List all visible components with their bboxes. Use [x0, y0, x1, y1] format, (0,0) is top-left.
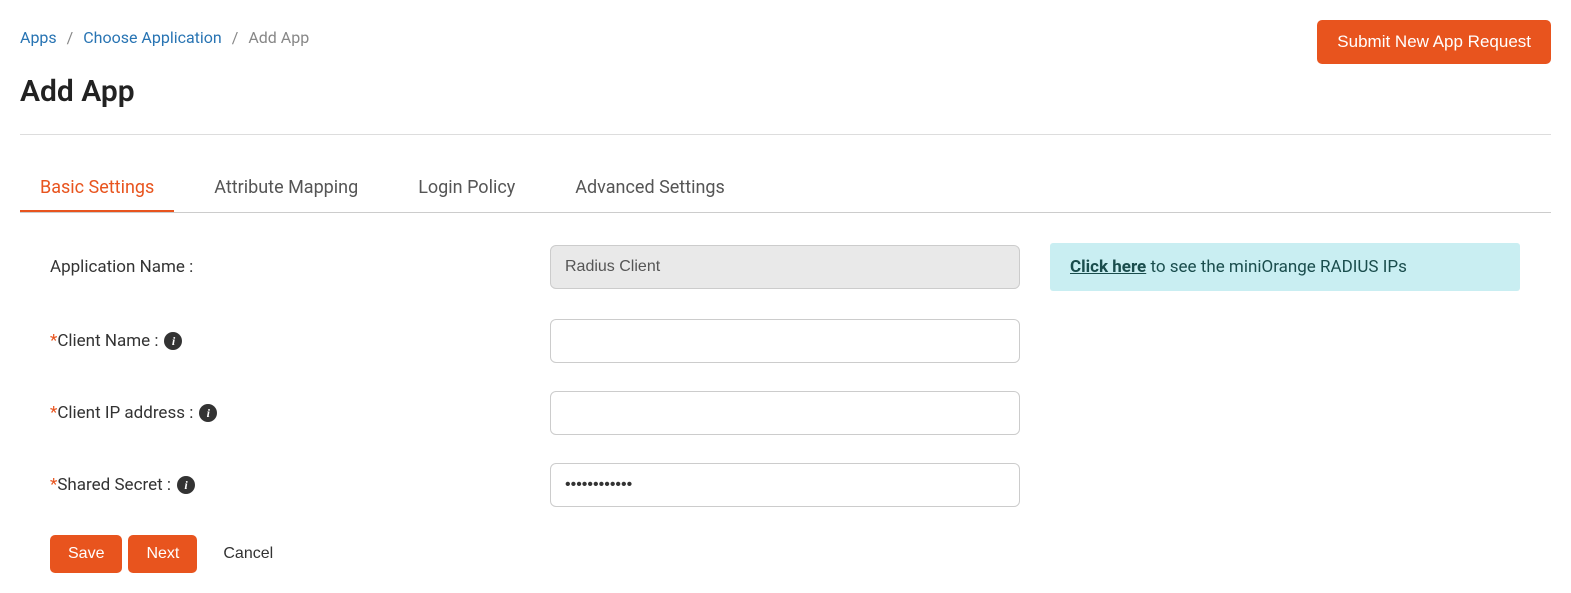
breadcrumb: Apps / Choose Application / Add App: [20, 20, 309, 55]
application-name-input: [550, 245, 1020, 289]
client-name-label: *Client Name : i: [50, 331, 550, 351]
save-button[interactable]: Save: [50, 535, 122, 573]
client-name-input[interactable]: [550, 319, 1020, 363]
tab-advanced-settings[interactable]: Advanced Settings: [555, 165, 745, 212]
info-icon[interactable]: i: [177, 476, 195, 494]
cancel-button[interactable]: Cancel: [203, 535, 293, 573]
info-icon[interactable]: i: [199, 404, 217, 422]
application-name-label: Application Name :: [50, 257, 550, 277]
breadcrumb-apps[interactable]: Apps: [20, 28, 57, 47]
breadcrumb-current: Add App: [248, 28, 309, 47]
breadcrumb-sep: /: [232, 28, 239, 47]
info-box-text: to see the miniOrange RADIUS IPs: [1146, 257, 1407, 277]
tab-attribute-mapping[interactable]: Attribute Mapping: [194, 165, 378, 212]
divider: [20, 134, 1551, 135]
tab-basic-settings[interactable]: Basic Settings: [20, 165, 174, 212]
next-button[interactable]: Next: [128, 535, 197, 573]
submit-new-app-button[interactable]: Submit New App Request: [1317, 20, 1551, 64]
client-ip-label: *Client IP address : i: [50, 403, 550, 423]
breadcrumb-choose-application[interactable]: Choose Application: [83, 28, 222, 47]
page-title: Add App: [20, 74, 1551, 109]
tab-login-policy[interactable]: Login Policy: [398, 165, 535, 212]
tabs: Basic Settings Attribute Mapping Login P…: [20, 165, 1551, 213]
breadcrumb-sep: /: [67, 28, 74, 47]
info-icon[interactable]: i: [164, 332, 182, 350]
shared-secret-input[interactable]: [550, 463, 1020, 507]
shared-secret-label: *Shared Secret : i: [50, 475, 550, 495]
radius-ips-info-box: Click here to see the miniOrange RADIUS …: [1050, 243, 1520, 291]
client-ip-input[interactable]: [550, 391, 1020, 435]
click-here-link[interactable]: Click here: [1070, 257, 1146, 277]
